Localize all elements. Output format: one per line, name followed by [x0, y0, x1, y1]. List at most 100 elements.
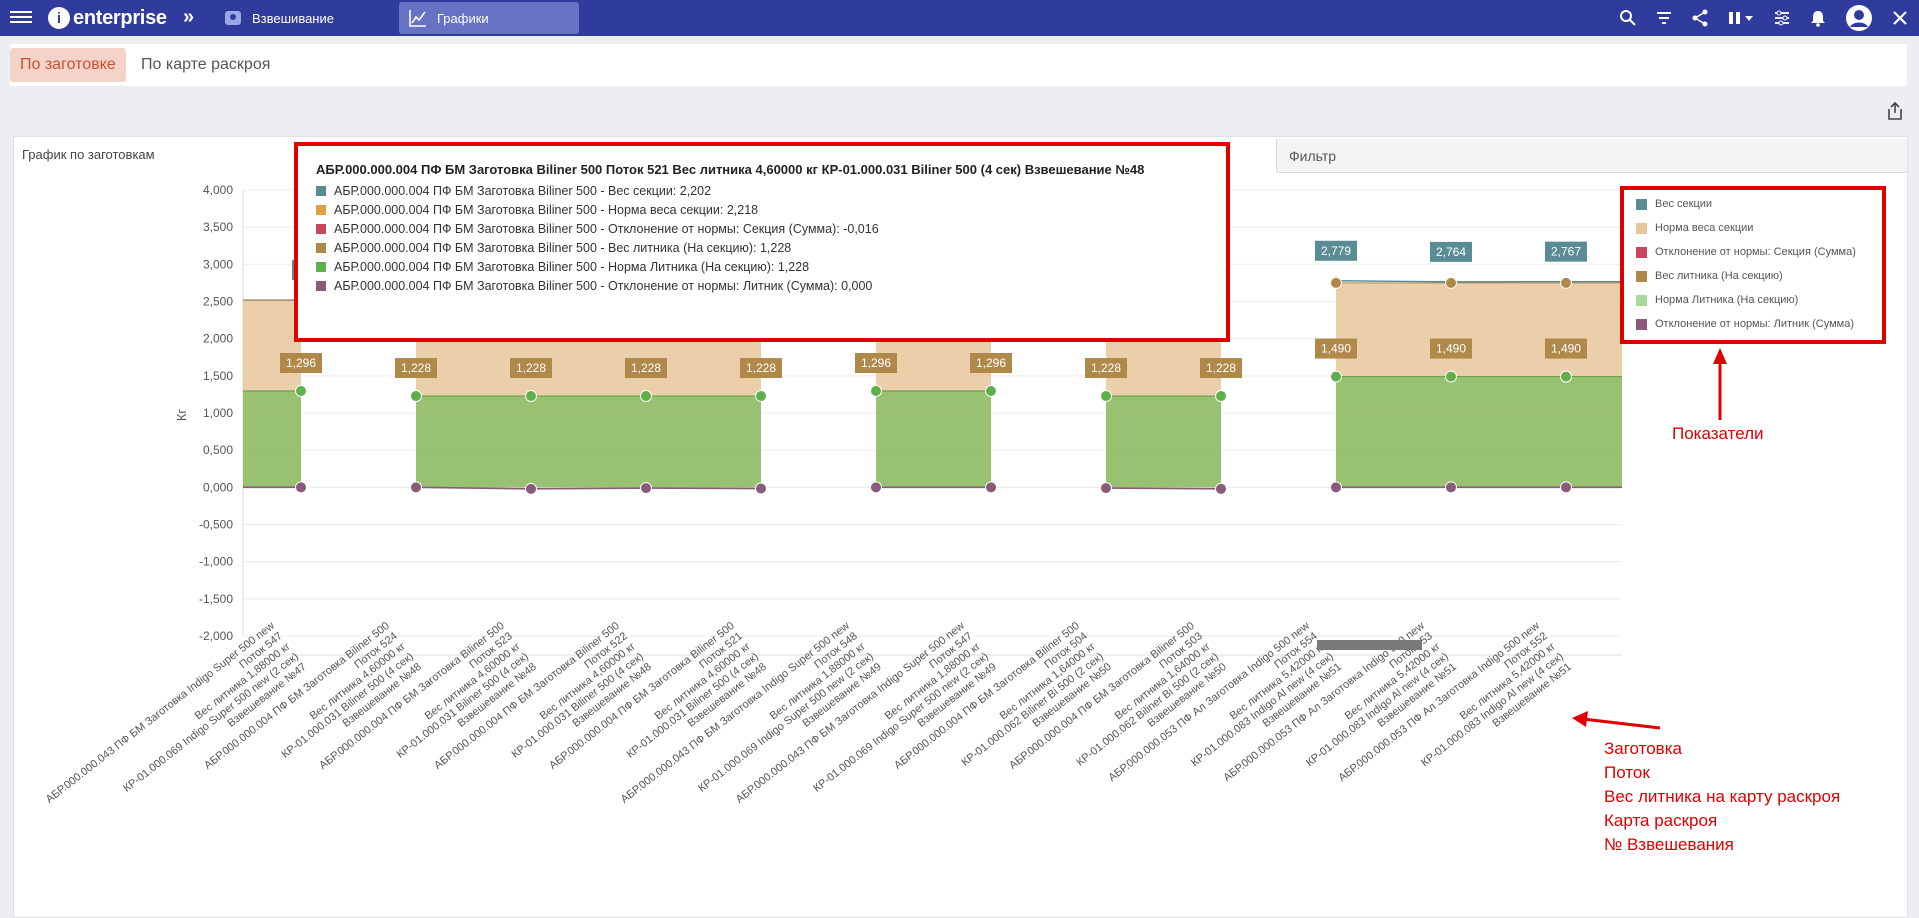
deviation-point [1561, 482, 1572, 493]
legend-label: Вес литника (На секцию) [1655, 270, 1783, 282]
deviation-point [641, 483, 652, 494]
deviation-point [411, 482, 422, 493]
norma-litnika-point [1101, 391, 1112, 402]
norma-litnika-point [1561, 371, 1572, 382]
legend-swatch-0 [1636, 199, 1647, 210]
y-tick-label: -1,000 [199, 555, 233, 569]
tooltip-row-text: АБР.000.000.004 ПФ БМ Заготовка Biliner … [334, 184, 711, 198]
legend-swatch-1 [1636, 223, 1647, 234]
y-tick-label: 2,000 [203, 332, 233, 346]
legend-arrowhead [1713, 348, 1727, 364]
norma-litnika-area [1336, 377, 1622, 488]
tooltip-swatch-5 [316, 281, 326, 291]
norma-litnika-point [756, 391, 767, 402]
deviation-line [1106, 488, 1221, 489]
tooltip-row-text: АБР.000.000.004 ПФ БМ Заготовка Biliner … [334, 222, 879, 236]
legend-label: Норма Литника (На секцию) [1655, 294, 1798, 306]
gate-data-label: 1,228 [1091, 361, 1121, 375]
y-tick-label: -2,000 [199, 629, 233, 643]
norma-vesa-point [1561, 277, 1572, 288]
norma-litnika-point [526, 391, 537, 402]
norma-litnika-point [641, 391, 652, 402]
legend-item-norma-vesa[interactable]: Норма веса секции [1636, 222, 1753, 234]
axis-arrow [1583, 719, 1660, 728]
legend-swatch-5 [1636, 319, 1647, 330]
gate-data-label: 1,228 [516, 361, 546, 375]
norma-litnika-point [296, 385, 307, 396]
tooltip-row-text: АБР.000.000.004 ПФ БМ Заготовка Biliner … [334, 260, 809, 274]
norma-litnika-point [1331, 371, 1342, 382]
tooltip-swatch-4 [316, 262, 326, 272]
norma-litnika-area [243, 391, 301, 487]
legend-label: Отклонение от нормы: Секция (Сумма) [1655, 246, 1856, 258]
sec-data-label: 2,779 [1321, 244, 1351, 258]
legend-label: Отклонение от нормы: Литник (Сумма) [1655, 318, 1854, 330]
gate-data-label: 1,296 [976, 356, 1006, 370]
legend-item-norma-litnika[interactable]: Норма Литника (На секцию) [1636, 294, 1798, 306]
chart-legend: Вес секции Норма веса секции Отклонение … [1620, 186, 1886, 344]
y-tick-label: -1,500 [199, 592, 233, 606]
tooltip-title: АБР.000.000.004 ПФ БМ Заготовка Biliner … [316, 162, 1144, 177]
x-tick-label-group: АБР.000.000.053 ПФ Ал Заготовка Indigo 5… [1106, 620, 1344, 825]
norma-vesa-point [1331, 277, 1342, 288]
tooltip-swatch-3 [316, 243, 326, 253]
y-tick-label: 0,000 [203, 480, 233, 494]
chart-tooltip: АБР.000.000.004 ПФ БМ Заготовка Biliner … [294, 142, 1230, 342]
y-axis-label: Кг [174, 409, 189, 422]
y-tick-label: 3,000 [203, 257, 233, 271]
gate-data-label: 1,296 [286, 356, 316, 370]
norma-litnika-area [1106, 396, 1221, 487]
norma-litnika-area [416, 396, 761, 487]
y-tick-label: 1,000 [203, 406, 233, 420]
norma-vesa-point [1446, 277, 1457, 288]
sec-data-label: 2,764 [1436, 245, 1466, 259]
deviation-point [1331, 482, 1342, 493]
y-tick-label: -0,500 [199, 518, 233, 532]
annotation-axis-line: № Взвешевания [1604, 835, 1734, 855]
tooltip-row-text: АБР.000.000.004 ПФ БМ Заготовка Biliner … [334, 279, 872, 293]
y-tick-label: 1,500 [203, 369, 233, 383]
norma-litnika-point [1446, 371, 1457, 382]
annotation-axis-line: Карта раскроя [1604, 811, 1717, 831]
deviation-point [1216, 483, 1227, 494]
deviation-point [871, 482, 882, 493]
norma-litnika-point [1216, 391, 1227, 402]
gate-data-label: 1,296 [861, 356, 891, 370]
deviation-point [526, 483, 537, 494]
legend-item-otkl-sekcii[interactable]: Отклонение от нормы: Секция (Сумма) [1636, 246, 1856, 258]
deviation-point [1101, 483, 1112, 494]
deviation-point [756, 483, 767, 494]
legend-item-otkl-litnik[interactable]: Отклонение от нормы: Литник (Сумма) [1636, 318, 1854, 330]
y-tick-label: 4,000 [203, 183, 233, 197]
sec-data-label: 2,767 [1551, 245, 1581, 259]
tooltip-row: АБР.000.000.004 ПФ БМ Заготовка Biliner … [316, 260, 809, 274]
tooltip-row: АБР.000.000.004 ПФ БМ Заготовка Biliner … [316, 222, 879, 236]
tooltip-row-text: АБР.000.000.004 ПФ БМ Заготовка Biliner … [334, 203, 758, 217]
x-tick-label-group: АБР.000.000.053 ПФ Ал Заготовка Indigo 5… [1336, 620, 1574, 825]
tooltip-row: АБР.000.000.004 ПФ БМ Заготовка Biliner … [316, 184, 711, 198]
deviation-point [296, 482, 307, 493]
gate-data-label: 1,490 [1551, 342, 1581, 356]
gate-data-label: 1,228 [746, 361, 776, 375]
annotation-legend-note: Показатели [1672, 424, 1764, 444]
legend-item-ves-litnika[interactable]: Вес литника (На секцию) [1636, 270, 1783, 282]
tooltip-row: АБР.000.000.004 ПФ БМ Заготовка Biliner … [316, 241, 791, 255]
legend-swatch-4 [1636, 295, 1647, 306]
tooltip-swatch-0 [316, 186, 326, 196]
gate-data-label: 1,228 [401, 361, 431, 375]
gate-data-label: 1,228 [631, 361, 661, 375]
x-tick-label-group: АБР.000.000.053 ПФ Ал Заготовка Indigo 5… [1221, 620, 1459, 825]
chart-scroll-thumb[interactable] [1317, 640, 1422, 650]
annotation-axis-line: Вес литника на карту раскроя [1604, 787, 1840, 807]
legend-swatch-3 [1636, 271, 1647, 282]
norma-litnika-point [411, 391, 422, 402]
norma-litnika-point [986, 385, 997, 396]
tooltip-swatch-2 [316, 224, 326, 234]
deviation-point [986, 482, 997, 493]
y-tick-label: 2,500 [203, 295, 233, 309]
norma-litnika-point [871, 385, 882, 396]
y-tick-label: 3,500 [203, 220, 233, 234]
legend-swatch-2 [1636, 247, 1647, 258]
tooltip-row: АБР.000.000.004 ПФ БМ Заготовка Biliner … [316, 279, 872, 293]
legend-item-ves-sekcii[interactable]: Вес секции [1636, 198, 1712, 210]
